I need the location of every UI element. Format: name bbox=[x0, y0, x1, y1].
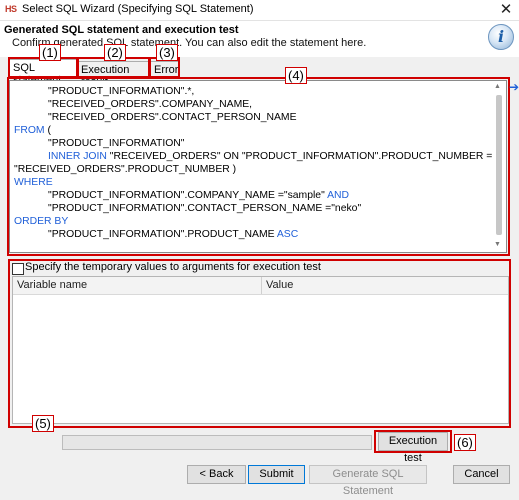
execution-progress-bar bbox=[62, 435, 372, 450]
generate-sql-button[interactable]: Generate SQL Statement bbox=[309, 465, 427, 497]
app-logo-icon: HS bbox=[5, 4, 17, 14]
info-icon: i bbox=[488, 24, 514, 50]
expand-arrow-icon[interactable]: ➔ bbox=[509, 80, 519, 94]
submit-button[interactable]: Submit bbox=[248, 465, 305, 484]
marker-2: (2) bbox=[104, 44, 126, 61]
marker-6: (6) bbox=[454, 434, 476, 451]
page-description: Confirm generated SQL statement. You can… bbox=[12, 37, 367, 49]
cancel-button[interactable]: Cancel bbox=[453, 465, 510, 484]
window-title: Select SQL Wizard (Specifying SQL Statem… bbox=[22, 3, 254, 15]
highlight-box-6 bbox=[374, 430, 452, 453]
back-button[interactable]: < Back bbox=[187, 465, 246, 484]
highlight-box-5 bbox=[8, 259, 511, 428]
marker-4: (4) bbox=[285, 67, 307, 84]
highlight-box-4 bbox=[7, 77, 510, 256]
marker-5: (5) bbox=[32, 415, 54, 432]
info-icon-glyph: i bbox=[497, 27, 505, 46]
page-heading: Generated SQL statement and execution te… bbox=[4, 24, 239, 36]
marker-1: (1) bbox=[39, 44, 61, 61]
close-button[interactable]: ✕ bbox=[493, 0, 519, 20]
marker-3: (3) bbox=[156, 44, 178, 61]
